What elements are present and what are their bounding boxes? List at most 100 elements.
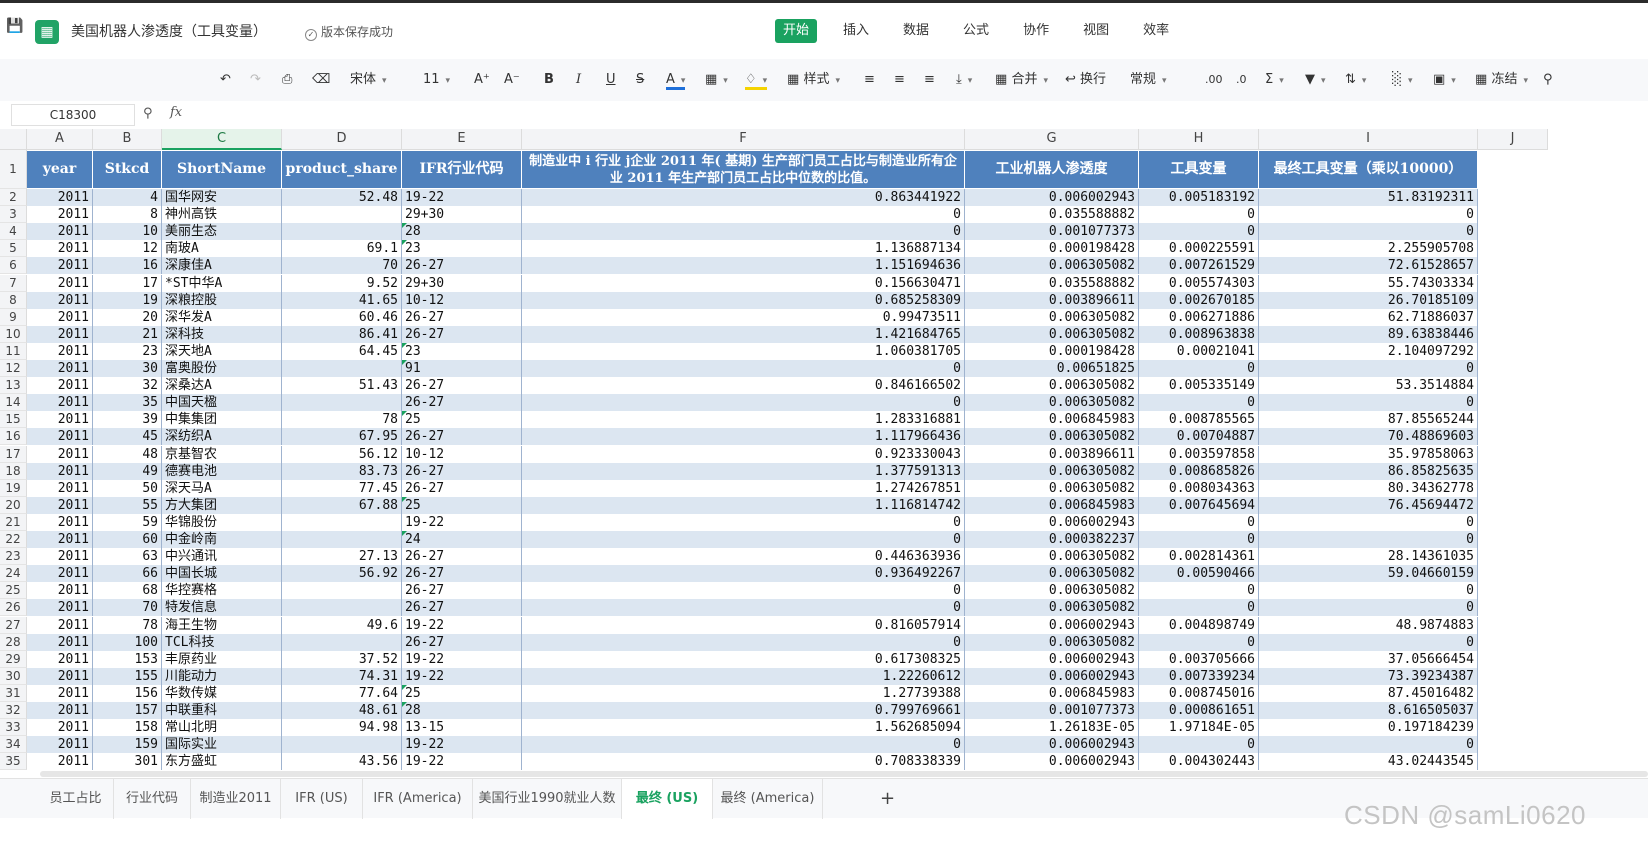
table-cell[interactable]: 35 (93, 394, 162, 412)
table-cell[interactable]: 0 (1139, 513, 1259, 531)
font-name-select[interactable]: 宋体 (350, 69, 410, 91)
table-cell[interactable]: 0 (1259, 394, 1478, 412)
table-cell[interactable]: 25 (402, 684, 522, 702)
table-cell[interactable] (282, 531, 402, 549)
row-header[interactable]: 29 (0, 650, 27, 668)
table-cell[interactable]: 0.00651825 (965, 360, 1139, 378)
formula-input[interactable] (195, 105, 1635, 127)
menu-tab-0[interactable]: 开始 (775, 19, 818, 43)
row-header[interactable]: 27 (0, 616, 27, 634)
table-cell[interactable]: 中金岭南 (162, 531, 282, 549)
table-cell[interactable]: 0.000198428 (965, 342, 1139, 360)
row-header[interactable]: 12 (0, 360, 27, 378)
table-cell[interactable]: 2011 (27, 582, 93, 600)
table-cell[interactable]: 0.006305082 (965, 548, 1139, 566)
table-cell[interactable]: 77.64 (282, 684, 402, 702)
table-cell[interactable]: 0.007261529 (1139, 257, 1259, 275)
table-cell[interactable]: 海王生物 (162, 616, 282, 634)
table-cell[interactable]: 0.006305082 (965, 582, 1139, 600)
table-cell[interactable]: 0.007339234 (1139, 667, 1259, 685)
table-cell[interactable]: 8 (93, 206, 162, 224)
table-cell[interactable]: 2.104097292 (1259, 342, 1478, 360)
table-cell[interactable]: 0 (1259, 633, 1478, 651)
table-cell[interactable]: 68 (93, 582, 162, 600)
table-cell[interactable]: 56.12 (282, 445, 402, 463)
table-cell[interactable] (282, 394, 402, 412)
table-cell[interactable]: 0.006305082 (965, 325, 1139, 343)
row-header[interactable]: 17 (0, 445, 27, 463)
row-header[interactable]: 33 (0, 719, 27, 737)
font-color-icon[interactable]: A (666, 69, 686, 90)
row-header[interactable]: 16 (0, 428, 27, 446)
table-cell[interactable]: 77.45 (282, 479, 402, 497)
table-cell[interactable]: 东方盛虹 (162, 753, 282, 771)
table-cell[interactable]: 2011 (27, 377, 93, 395)
table-cell[interactable]: 48.61 (282, 702, 402, 720)
row-header[interactable]: 32 (0, 702, 27, 720)
table-cell[interactable]: 153 (93, 650, 162, 668)
table-cell[interactable]: 京基智农 (162, 445, 282, 463)
table-cell[interactable]: 24 (402, 531, 522, 549)
zoom-icon[interactable]: ⚲ (143, 106, 153, 121)
table-cell[interactable]: 87.85565244 (1259, 411, 1478, 429)
table-cell[interactable]: 2011 (27, 496, 93, 514)
table-cell[interactable]: 9.52 (282, 274, 402, 292)
table-cell[interactable]: 2011 (27, 479, 93, 497)
table-cell[interactable] (282, 599, 402, 617)
table-cell[interactable]: 特发信息 (162, 599, 282, 617)
table-cell[interactable]: 2011 (27, 325, 93, 343)
table-cell[interactable]: 0.006305082 (965, 377, 1139, 395)
table-cell[interactable]: 43.02443545 (1259, 753, 1478, 771)
table-cell[interactable]: 2011 (27, 257, 93, 275)
format-painter-icon[interactable]: ⎙ (282, 69, 292, 91)
table-cell[interactable]: 0.008034363 (1139, 479, 1259, 497)
table-cell[interactable]: 0.006305082 (965, 633, 1139, 651)
table-cell[interactable]: 83.73 (282, 462, 402, 480)
table-cell[interactable]: 19-22 (402, 650, 522, 668)
table-cell[interactable]: 25 (402, 496, 522, 514)
table-cell[interactable]: 0.006305082 (965, 599, 1139, 617)
table-cell[interactable]: 0 (522, 360, 965, 378)
table-cell[interactable]: 2011 (27, 684, 93, 702)
table-cell[interactable]: 62.71886037 (1259, 308, 1478, 326)
font-size-select[interactable]: 11 (423, 69, 450, 91)
table-cell[interactable]: 2011 (27, 599, 93, 617)
table-cell[interactable]: 2011 (27, 445, 93, 463)
sheet-tab-3[interactable]: IFR (US) (281, 779, 363, 819)
table-cell[interactable]: 17 (93, 274, 162, 292)
table-cell[interactable]: 0.006002943 (965, 667, 1139, 685)
table-cell[interactable]: 41.65 (282, 291, 402, 309)
row-header[interactable]: 23 (0, 548, 27, 566)
table-cell[interactable]: 0 (1139, 223, 1259, 241)
row-header[interactable]: 22 (0, 531, 27, 549)
table-cell[interactable]: 0.005574303 (1139, 274, 1259, 292)
column-header-E[interactable]: E (402, 129, 522, 150)
table-cell[interactable]: 45 (93, 428, 162, 446)
table-cell[interactable]: 26-27 (402, 479, 522, 497)
menu-tab-6[interactable]: 效率 (1135, 19, 1177, 43)
table-cell[interactable]: 0.002670185 (1139, 291, 1259, 309)
table-cell[interactable]: 23 (93, 342, 162, 360)
header-cell-C[interactable]: ShortName (162, 151, 282, 188)
table-cell[interactable]: 1.562685094 (522, 719, 965, 737)
table-cell[interactable]: 0.799769661 (522, 702, 965, 720)
row-header[interactable]: 21 (0, 513, 27, 531)
table-cell[interactable]: 0 (522, 394, 965, 412)
table-cell[interactable]: 0.008745016 (1139, 684, 1259, 702)
table-cell[interactable]: 0.006305082 (965, 565, 1139, 583)
table-cell[interactable]: 100 (93, 633, 162, 651)
table-cell[interactable]: 86.41 (282, 325, 402, 343)
table-cell[interactable]: 10-12 (402, 291, 522, 309)
table-cell[interactable]: 72.61528657 (1259, 257, 1478, 275)
column-header-A[interactable]: A (27, 129, 93, 150)
table-cell[interactable]: 55 (93, 496, 162, 514)
sheet-grid[interactable]: A B C D E F G H I J 1 year Stkcd ShortName product_sha… (0, 129, 1648, 793)
table-cell[interactable]: 0 (1259, 582, 1478, 600)
table-cell[interactable]: 深粮控股 (162, 291, 282, 309)
fx-icon[interactable]: fx (170, 105, 182, 120)
table-cell[interactable]: 0.008963838 (1139, 325, 1259, 343)
table-cell[interactable]: 川能动力 (162, 667, 282, 685)
header-cell-E[interactable]: IFR行业代码 (402, 151, 522, 188)
table-cell[interactable]: 19-22 (402, 736, 522, 754)
table-cell[interactable]: 51.83192311 (1259, 189, 1478, 207)
